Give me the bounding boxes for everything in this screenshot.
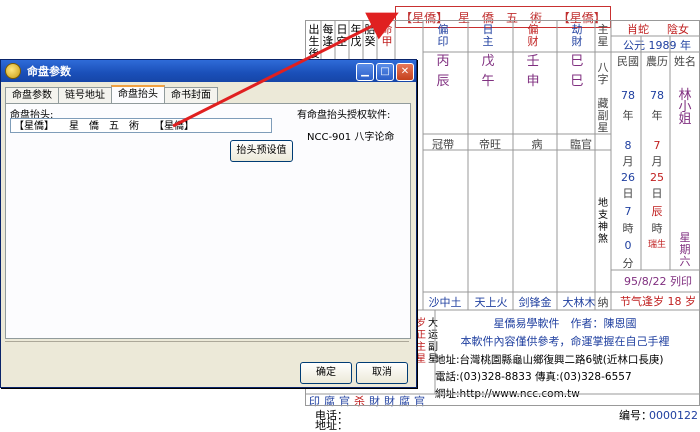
serial-value: 0000122 — [649, 409, 698, 422]
lunar-month: 7 — [653, 139, 661, 152]
branch-4: 巳 — [570, 74, 584, 89]
tab-chart-header[interactable]: 命盘抬头 — [111, 85, 165, 105]
bottom-cell: 財 — [369, 395, 380, 408]
name-header: 姓名 — [674, 55, 696, 68]
nayin-end: 纳 — [597, 296, 609, 309]
label-col-1: 出生後 — [308, 23, 320, 60]
stem-2: 戊 — [481, 54, 495, 69]
params-dialog: 命盘参数 ▁ □ ✕ 命盘参数 链号地址 命盘抬头 命书封面 命盘抬头: 【星僑… — [0, 59, 417, 388]
branch-3: 申 — [526, 74, 540, 89]
app-icon — [5, 63, 21, 79]
roc-hour: 7 — [624, 205, 632, 218]
print-date: 95/8/22 列印 — [624, 275, 692, 288]
eight-chars-label: 八字 — [597, 61, 609, 86]
footer-web: 網址:http://www.ncc.com.tw — [435, 388, 580, 400]
dialog-title: 命盘参数 — [27, 65, 71, 78]
year-unit-2: 年 — [651, 109, 663, 122]
label-col-3: 日空 — [336, 23, 348, 48]
label-col-5: 胎癸 — [364, 23, 376, 48]
roc-day: 26 — [621, 171, 635, 184]
minimize-icon: ▁ — [361, 66, 369, 77]
star-col: 主星 — [597, 23, 609, 48]
year-unit-1: 年 — [622, 109, 634, 122]
stem-3: 壬 — [526, 54, 540, 69]
lifestage-3: 病 — [531, 138, 543, 151]
label-col-2: 每逢 — [322, 23, 334, 48]
footer-tel: 電話:(03)328-8833 傳真:(03)328-6557 — [435, 371, 632, 383]
close-icon: ✕ — [400, 66, 410, 77]
tab-chain-address[interactable]: 链号地址 — [58, 87, 112, 104]
roc-month: 8 — [624, 139, 632, 152]
month-unit-2: 月 — [651, 155, 663, 168]
hour-unit-2: 時 — [651, 222, 663, 235]
lunar-hour: 辰 — [651, 205, 663, 218]
lunar-min-note: 瑞生 — [647, 240, 666, 250]
maximize-icon: □ — [380, 66, 390, 77]
month-unit-1: 月 — [622, 155, 634, 168]
tengod-3: 偏财 — [527, 23, 539, 48]
nayin-3: 剑锋金 — [518, 296, 552, 309]
roc-header: 民國 — [617, 55, 639, 68]
footer-address: 地址:台灣桃園縣龜山鄉復興二路6號(近林口長庚) — [435, 354, 664, 366]
lunar-year: 78 — [650, 89, 664, 102]
cancel-button[interactable]: 取消 — [356, 362, 408, 384]
bottom-cell: 官 — [414, 395, 425, 408]
lifestage-4: 臨官 — [570, 138, 592, 151]
side-text-1: 地支神煞 — [598, 198, 608, 245]
weekday-label: 星期六 — [679, 231, 691, 268]
day-unit-2: 日 — [651, 187, 663, 200]
bottom-cell: 腐 — [399, 395, 410, 408]
bottom-row: 印 腐 官 杀 財 財 腐 官 — [307, 396, 437, 408]
bottom-cell: 財 — [384, 395, 395, 408]
nayin-2: 天上火 — [474, 296, 508, 309]
label-col-6: 命甲 — [381, 23, 393, 48]
lifestage-1: 冠帶 — [432, 138, 454, 151]
roc-year: 78 — [621, 89, 635, 102]
hidden-stem-label: 藏副星 — [597, 97, 609, 134]
bottom-cell: 官 — [339, 395, 350, 408]
nayin-1: 沙中土 — [428, 296, 462, 309]
lifestage-2: 帝旺 — [479, 138, 501, 151]
branch-1: 辰 — [436, 74, 450, 89]
dialog-separator — [5, 341, 409, 342]
gregorian-year: 公元 1989 年 — [623, 39, 691, 52]
lunar-header: 農历 — [646, 55, 668, 68]
tab-chart-params[interactable]: 命盘参数 — [5, 87, 59, 104]
bottom-cell: 杀 — [354, 395, 365, 408]
hour-unit-1: 時 — [622, 222, 634, 235]
label-col-4: 年戊 — [350, 23, 362, 48]
stem-4: 巳 — [570, 54, 584, 69]
side-text-3: 大运副星 — [428, 318, 438, 365]
header-input[interactable]: 【星僑】 星 僑 五 術 【星僑】 — [10, 118, 272, 133]
ok-button[interactable]: 确定 — [300, 362, 352, 384]
stem-1: 丙 — [436, 54, 450, 69]
bottom-cell: 腐 — [324, 395, 335, 408]
min-unit: 分 — [622, 257, 634, 270]
tab-book-cover[interactable]: 命书封面 — [164, 87, 218, 104]
branch-2: 午 — [481, 74, 495, 89]
footer-note: 本軟件內容僅供參考，命運掌握在自己手裡 — [460, 335, 670, 348]
day-unit-1: 日 — [622, 187, 634, 200]
minimize-button[interactable]: ▁ — [356, 63, 374, 81]
footer-company: 星僑易學軟件 作者：陳恩國 — [493, 317, 637, 330]
tab-strip: 命盘参数 链号地址 命盘抬头 命书封面 — [5, 85, 218, 105]
preview-default-button[interactable]: 抬头预设值 — [230, 140, 293, 162]
tengod-4: 劫財 — [571, 23, 583, 48]
person-name: 林小姐 — [678, 88, 692, 127]
tengod-1: 偏印 — [437, 23, 449, 48]
maximize-button[interactable]: □ — [376, 63, 394, 81]
tengod-2: 日主 — [482, 23, 494, 48]
auth-label: 有命盘抬头授权软件: — [297, 110, 391, 121]
roc-min: 0 — [624, 239, 632, 252]
gender-label: 陰女 — [667, 23, 689, 36]
nayin-4: 大林木 — [562, 296, 596, 309]
dialog-titlebar[interactable]: 命盘参数 ▁ □ ✕ — [1, 60, 416, 82]
bottom-cell: 印 — [309, 395, 320, 408]
lunar-day: 25 — [650, 171, 664, 184]
address-label: 地址： — [315, 419, 348, 432]
festival-age: 节气逢岁 18 岁 — [620, 295, 696, 308]
close-button[interactable]: ✕ — [396, 63, 414, 81]
zodiac-label: 肖蛇 — [627, 23, 649, 36]
auth-software: NCC-901 八字论命 — [307, 132, 395, 143]
